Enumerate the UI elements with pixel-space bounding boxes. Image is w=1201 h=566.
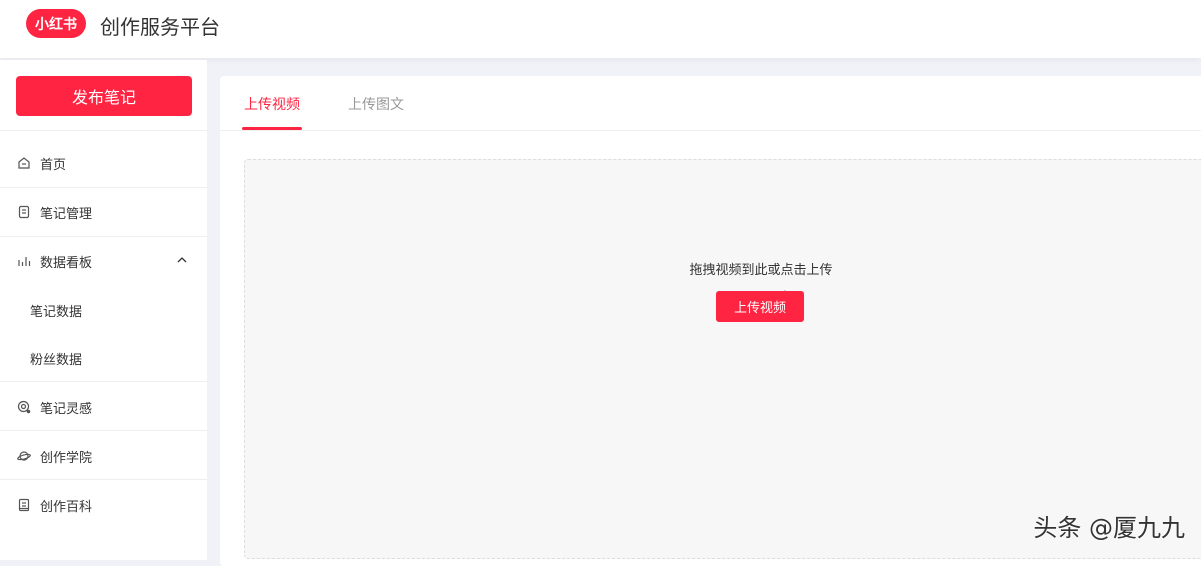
bar-chart-icon [17,254,31,268]
sidebar-item-dashboard[interactable]: 数据看板 [0,246,207,276]
sidebar-item-note-data[interactable]: 笔记数据 [0,295,207,325]
logo[interactable]: 小红书 [26,9,86,38]
sidebar-item-label: 笔记灵感 [40,401,93,417]
sidebar-item-home[interactable]: 首页 [0,148,207,178]
divider [220,130,1201,131]
tab-upload-video[interactable]: 上传视频 [244,94,300,114]
app-title: 创作服务平台 [100,15,220,39]
upload-card: 上传视频 上传图文 拖拽视频到此或点击上传 上传视频 [220,76,1201,566]
divider [0,130,207,131]
sidebar-item-inspiration[interactable]: 笔记灵感 [0,392,207,422]
sidebar-item-label: 笔记数据 [30,304,83,320]
sidebar-item-academy[interactable]: 创作学院 [0,441,207,471]
divider [0,187,207,188]
sidebar-item-label: 数据看板 [40,255,93,271]
sidebar-item-label: 笔记管理 [40,206,93,222]
sidebar-item-label: 创作学院 [40,450,93,466]
sidebar-item-label: 首页 [40,157,67,173]
divider [0,430,207,431]
divider [0,381,207,382]
sidebar: 发布笔记 首页 笔记管理 数据看板 笔记数据 粉丝数据 笔记灵感 创作学院 创作… [0,60,207,560]
sidebar-item-label: 创作百科 [40,499,93,515]
sidebar-item-wiki[interactable]: 创作百科 [0,490,207,520]
planet-icon [17,449,31,463]
home-icon [17,156,31,170]
publish-note-button[interactable]: 发布笔记 [16,76,192,116]
sidebar-item-label: 粉丝数据 [30,352,83,368]
watermark: 头条 @厦九九 [1033,514,1185,542]
tab-upload-image-text[interactable]: 上传图文 [348,94,404,114]
dropzone-hint: 拖拽视频到此或点击上传 [689,263,833,278]
inspiration-icon [17,400,31,414]
header: 小红书 创作服务平台 [0,0,1201,58]
upload-dropzone[interactable] [244,159,1201,559]
upload-video-button[interactable]: 上传视频 [716,291,804,322]
chevron-up-icon[interactable] [175,253,189,267]
book-icon [17,498,31,512]
sidebar-item-notes[interactable]: 笔记管理 [0,197,207,227]
divider [0,236,207,237]
divider [0,479,207,480]
sidebar-item-fans-data[interactable]: 粉丝数据 [0,343,207,373]
note-icon [17,205,31,219]
